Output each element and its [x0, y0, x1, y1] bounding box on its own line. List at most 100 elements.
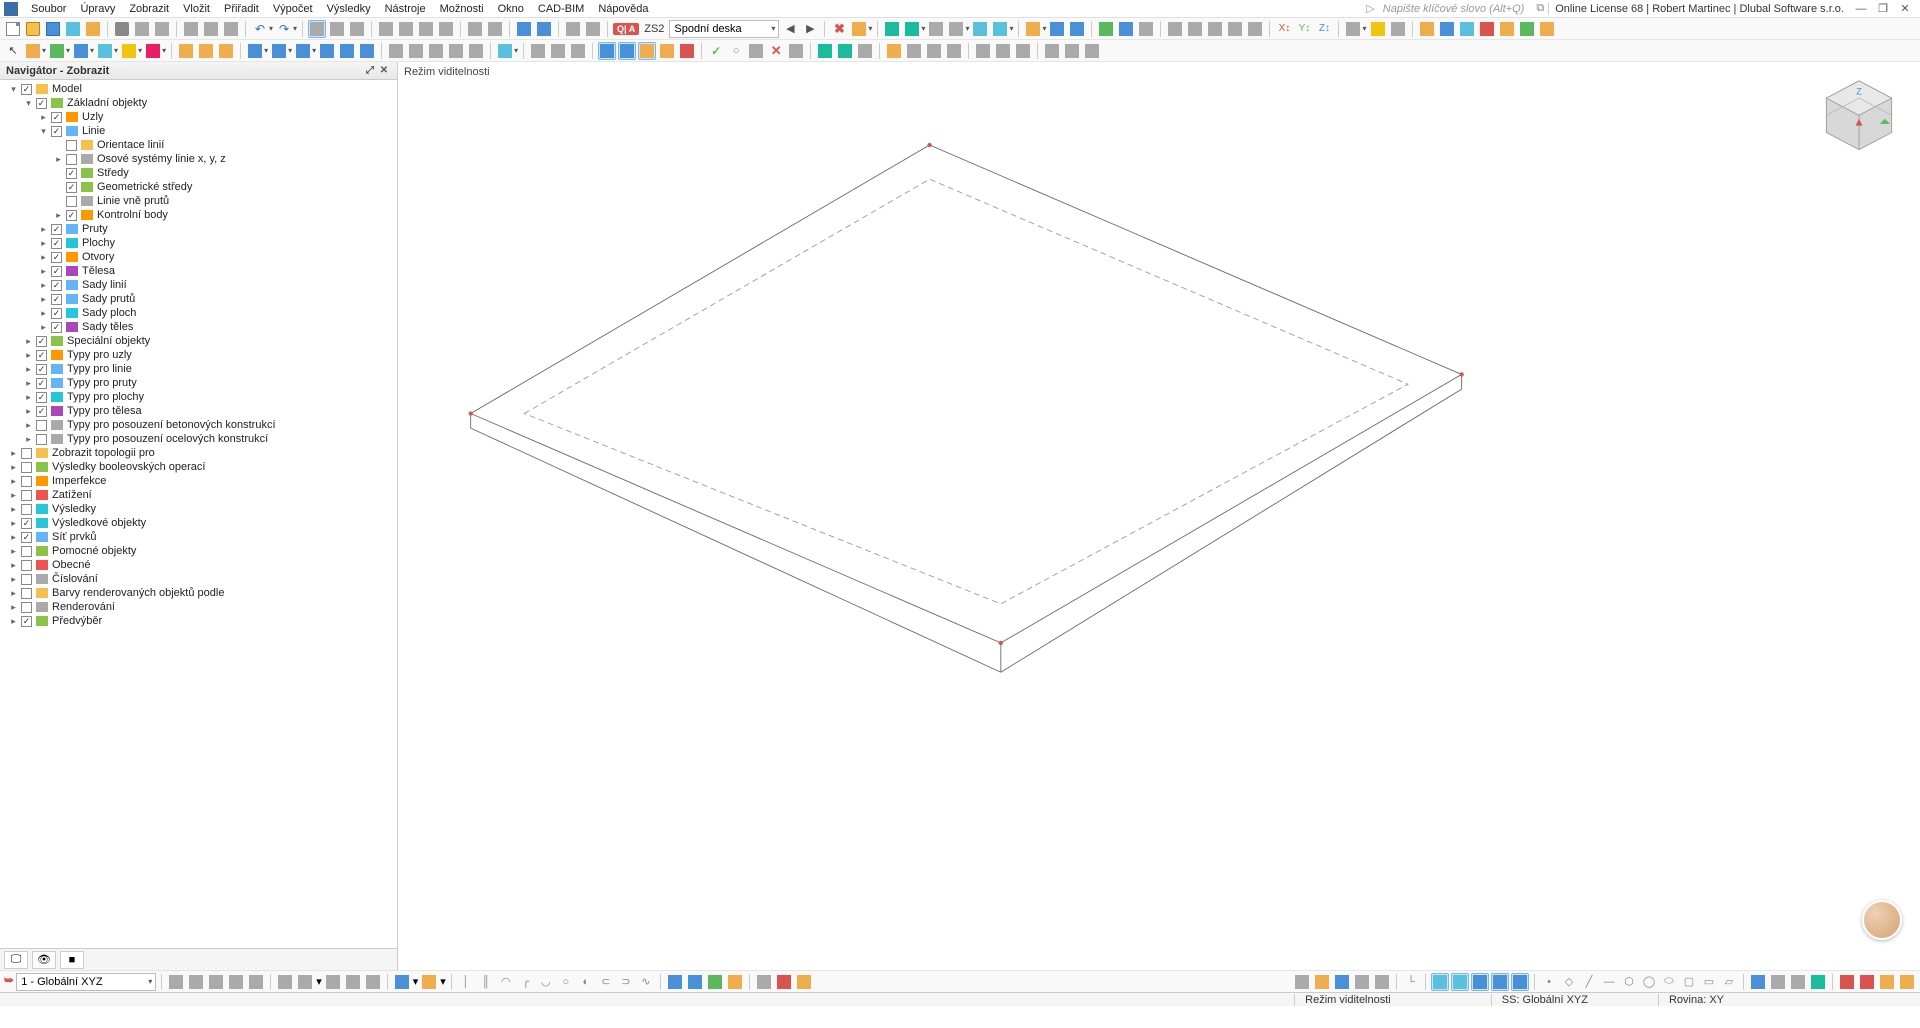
measure-button[interactable]	[1389, 20, 1407, 38]
tree-twisty[interactable]: ▸	[8, 588, 19, 599]
fit-view-button[interactable]	[515, 20, 533, 38]
tree-item[interactable]: ▸Imperfekce	[4, 474, 397, 488]
tree-twisty[interactable]: ▸	[8, 448, 19, 459]
menu-napoveda[interactable]: Nápověda	[591, 3, 655, 15]
move-tool-5[interactable]	[338, 42, 356, 60]
tree-item[interactable]: ▸Sady ploch	[4, 306, 397, 320]
maximize-button[interactable]: ❐	[1872, 2, 1894, 15]
dropdown-icon[interactable]: ▾	[66, 46, 70, 55]
draw-section-3-button[interactable]	[795, 973, 813, 991]
draw-line-1-button[interactable]: │	[457, 973, 475, 991]
close-button[interactable]: ✕	[1894, 2, 1916, 15]
export-2-button[interactable]	[1458, 20, 1476, 38]
style-7-button[interactable]: ⬭	[1660, 973, 1678, 991]
style-10-button[interactable]: ▱	[1720, 973, 1738, 991]
tree-checkbox[interactable]	[21, 448, 32, 459]
rotate-button[interactable]	[466, 20, 484, 38]
axes-button[interactable]	[1353, 973, 1371, 991]
tree-checkbox[interactable]	[36, 392, 47, 403]
tree-twisty[interactable]: ▸	[23, 420, 34, 431]
partial-view-2[interactable]	[618, 42, 636, 60]
tree-checkbox[interactable]	[21, 476, 32, 487]
load-tool-button[interactable]	[850, 20, 868, 38]
tree-item[interactable]: ▸Typy pro posouzení betonových konstrukc…	[4, 418, 397, 432]
check-2-button[interactable]: ○	[727, 42, 745, 60]
tree-item[interactable]: ▸Pruty	[4, 222, 397, 236]
tree-item[interactable]: ▸Typy pro linie	[4, 362, 397, 376]
tree-item[interactable]: ▾Linie	[4, 124, 397, 138]
tree-item[interactable]: ▸Typy pro uzly	[4, 348, 397, 362]
draw-arc-5-button[interactable]: ◐	[577, 973, 595, 991]
snap-nearest-button[interactable]	[296, 973, 314, 991]
tree-twisty[interactable]: ▸	[8, 560, 19, 571]
node-tool-button[interactable]	[24, 42, 42, 60]
loadcase-combo[interactable]: Spodní deska	[669, 20, 779, 38]
tree-checkbox[interactable]	[51, 112, 62, 123]
select-button[interactable]: ↖	[4, 42, 22, 60]
export-6-button[interactable]	[1538, 20, 1556, 38]
load-symbol-3-button[interactable]	[1878, 973, 1896, 991]
partial-view-4[interactable]	[658, 42, 676, 60]
tree-item[interactable]: ▸Zobrazit topologii pro	[4, 446, 397, 460]
view-front-button[interactable]	[397, 20, 415, 38]
extend-tool-4[interactable]	[447, 42, 465, 60]
draw-member-3-button[interactable]	[706, 973, 724, 991]
tree-checkbox[interactable]	[51, 322, 62, 333]
dropdown-icon[interactable]: ▾	[312, 46, 316, 55]
zoom-obj-button[interactable]	[1166, 20, 1184, 38]
view-side-button[interactable]	[417, 20, 435, 38]
select-plane-button[interactable]	[549, 42, 567, 60]
tree-twisty[interactable]: ▸	[38, 322, 49, 333]
tree-twisty[interactable]: ▾	[38, 126, 49, 137]
open-file-button[interactable]	[24, 20, 42, 38]
render-solid-button[interactable]	[1451, 973, 1469, 991]
document-list-button[interactable]	[202, 20, 220, 38]
display-wall-button[interactable]	[885, 42, 903, 60]
extend-tool-1[interactable]	[387, 42, 405, 60]
dropdown-icon[interactable]: ▾	[1362, 24, 1366, 33]
tree-checkbox[interactable]	[36, 364, 47, 375]
snap-center-button[interactable]	[247, 973, 265, 991]
tree-twisty[interactable]: ▸	[38, 280, 49, 291]
tree-twisty[interactable]: ▸	[8, 504, 19, 515]
axis-x-button[interactable]: X↕	[1275, 20, 1293, 38]
cross-section-2-button[interactable]	[994, 42, 1012, 60]
tree-item[interactable]: ▸Tělesa	[4, 264, 397, 278]
snap-grid-button[interactable]	[344, 973, 362, 991]
tree-twisty[interactable]: ▸	[23, 406, 34, 417]
assistant-avatar[interactable]	[1862, 900, 1902, 940]
tree-checkbox[interactable]	[51, 308, 62, 319]
print-preview-button[interactable]	[133, 20, 151, 38]
tree-checkbox[interactable]	[66, 210, 77, 221]
partial-view-3[interactable]	[638, 42, 656, 60]
dropdown-icon[interactable]: ▾	[42, 46, 46, 55]
dropdown-icon[interactable]: ▾	[293, 24, 297, 33]
tree-item[interactable]: ▸Výsledkové objekty	[4, 516, 397, 530]
tree-checkbox[interactable]	[21, 532, 32, 543]
line-tool-button[interactable]	[48, 42, 66, 60]
tree-twisty[interactable]: ▸	[23, 392, 34, 403]
tree-checkbox[interactable]	[36, 434, 47, 445]
menu-vysledky[interactable]: Výsledky	[320, 3, 378, 15]
find-button[interactable]	[1186, 20, 1204, 38]
tree-checkbox[interactable]	[21, 588, 32, 599]
tree-twisty[interactable]: ▸	[53, 154, 64, 165]
plausibility-button[interactable]	[747, 42, 765, 60]
tree-twisty[interactable]: ▸	[8, 518, 19, 529]
tree-item[interactable]: ▸Plochy	[4, 236, 397, 250]
tree-twisty[interactable]: ▸	[38, 294, 49, 305]
render-textured-button[interactable]	[1511, 973, 1529, 991]
dropdown-icon[interactable]: ▾	[264, 46, 268, 55]
coord-system-combo[interactable]: 1 - Globální XYZ	[16, 973, 156, 991]
dropdown-icon[interactable]: ▾	[90, 46, 94, 55]
snap-extension-button[interactable]	[364, 973, 382, 991]
tree-item[interactable]: Středy	[4, 166, 397, 180]
extend-tool-2[interactable]	[407, 42, 425, 60]
tree-item[interactable]: Geometrické středy	[4, 180, 397, 194]
snap-node-button[interactable]	[324, 973, 342, 991]
redo-button[interactable]: ↷	[275, 20, 293, 38]
tree-twisty[interactable]: ▸	[38, 224, 49, 235]
tree-twisty[interactable]: ▸	[38, 238, 49, 249]
zoom-button[interactable]	[486, 20, 504, 38]
view-cube[interactable]: Z	[1816, 74, 1902, 160]
